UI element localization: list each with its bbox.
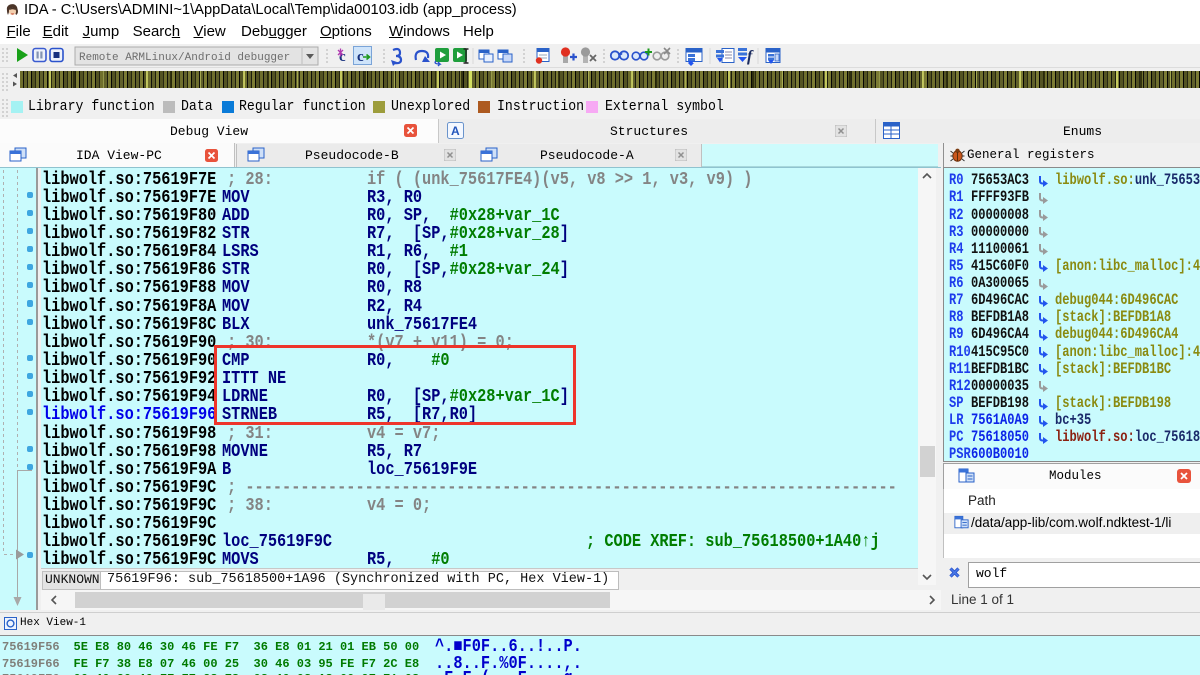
svg-text:c: c bbox=[357, 49, 364, 65]
svg-text:Remote ARMLinux/Android debugg: Remote ARMLinux/Android debugger bbox=[79, 52, 290, 64]
svg-text:A: A bbox=[451, 124, 460, 138]
svg-text:f: f bbox=[747, 48, 754, 65]
